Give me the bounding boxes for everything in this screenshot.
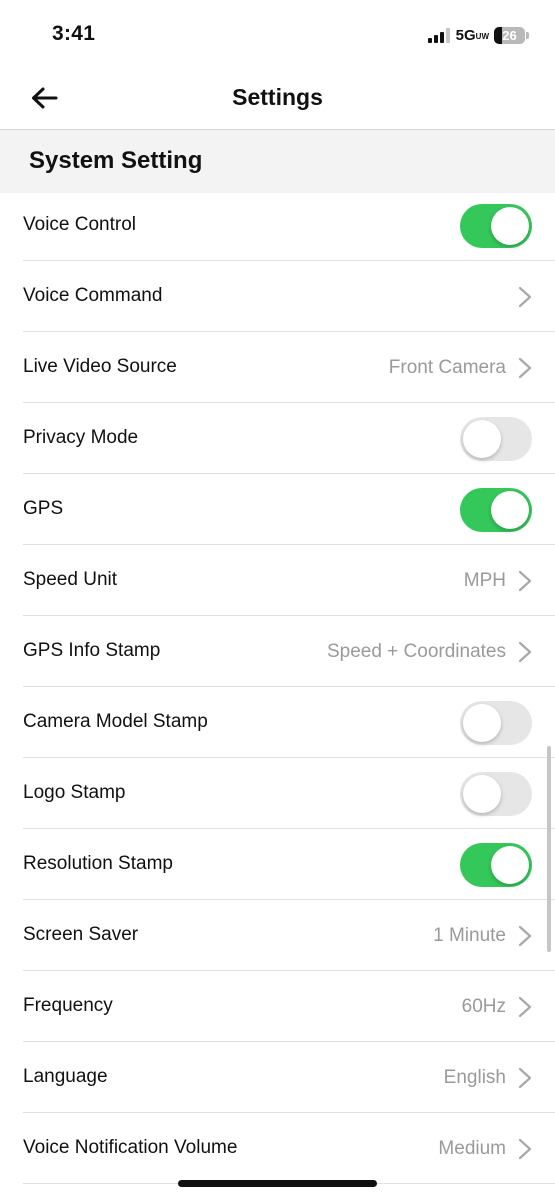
navigation-bar: Settings xyxy=(0,70,555,130)
resolution-stamp-toggle[interactable] xyxy=(460,843,532,887)
settings-row-live-video-source[interactable]: Live Video Source Front Camera xyxy=(23,332,555,403)
toggle-knob xyxy=(491,207,529,245)
section-header: System Setting xyxy=(0,130,555,193)
status-time: 3:41 xyxy=(52,22,96,45)
section-title: System Setting xyxy=(29,147,203,174)
settings-row-value: Speed + Coordinates xyxy=(326,641,506,662)
settings-row-label: Language xyxy=(23,1066,108,1087)
settings-row-logo-stamp[interactable]: Logo Stamp xyxy=(23,758,555,829)
settings-row-value: English xyxy=(443,1067,506,1088)
battery-icon: 26 xyxy=(494,26,525,44)
settings-row-screen-saver[interactable]: Screen Saver 1 Minute xyxy=(23,900,555,971)
privacy-mode-toggle[interactable] xyxy=(460,417,532,461)
settings-row-value: Medium xyxy=(438,1138,506,1159)
settings-row-label: Live Video Source xyxy=(23,356,177,377)
settings-row-label: Speed Unit xyxy=(23,569,118,590)
settings-row-frequency[interactable]: Frequency 60Hz xyxy=(23,971,555,1042)
settings-row-gps[interactable]: GPS xyxy=(23,474,555,545)
settings-row-label: GPS xyxy=(23,498,64,519)
status-bar: 3:41 5GUW 26 xyxy=(0,0,555,70)
settings-row-resolution-stamp[interactable]: Resolution Stamp xyxy=(23,829,555,900)
logo-stamp-toggle[interactable] xyxy=(460,772,532,816)
settings-row-label: GPS Info Stamp xyxy=(23,640,161,661)
settings-row-label: Frequency xyxy=(23,995,113,1016)
signal-bars-icon xyxy=(427,27,450,43)
chevron-right-icon xyxy=(518,1138,532,1160)
voice-control-toggle[interactable] xyxy=(460,204,532,248)
settings-row-language[interactable]: Language English xyxy=(23,1042,555,1113)
settings-row-value: 60Hz xyxy=(461,996,506,1017)
settings-list: Voice Control Voice Command Live Video Sou… xyxy=(0,190,555,1184)
battery-level: 26 xyxy=(502,27,517,43)
status-indicators: 5GUW 26 xyxy=(427,25,529,45)
toggle-knob xyxy=(463,704,501,742)
toggle-knob xyxy=(463,420,501,458)
settings-row-voice-notification-volume[interactable]: Voice Notification Volume Medium xyxy=(23,1113,555,1184)
camera-model-stamp-toggle[interactable] xyxy=(460,701,532,745)
chevron-right-icon xyxy=(518,1067,532,1089)
settings-row-voice-command[interactable]: Voice Command xyxy=(23,261,555,332)
settings-row-speed-unit[interactable]: Speed Unit MPH xyxy=(23,545,555,616)
settings-row-privacy-mode[interactable]: Privacy Mode xyxy=(23,403,555,474)
toggle-knob xyxy=(463,775,501,813)
settings-row-label: Voice Notification Volume xyxy=(23,1137,238,1158)
chevron-right-icon xyxy=(518,996,532,1018)
settings-row-camera-model-stamp[interactable]: Camera Model Stamp xyxy=(23,687,555,758)
settings-row-label: Voice Command xyxy=(23,285,163,306)
settings-row-label: Voice Control xyxy=(23,214,137,235)
settings-row-label: Logo Stamp xyxy=(23,782,126,803)
network-type: 5GUW xyxy=(455,26,489,44)
settings-row-gps-info-stamp[interactable]: GPS Info Stamp Speed + Coordinates xyxy=(23,616,555,687)
gps-toggle[interactable] xyxy=(460,488,532,532)
home-indicator xyxy=(178,1180,377,1187)
battery-cap xyxy=(526,31,529,39)
chevron-right-icon xyxy=(518,570,532,592)
settings-row-voice-control[interactable]: Voice Control xyxy=(23,190,555,261)
toggle-knob xyxy=(491,491,529,529)
settings-row-label: Camera Model Stamp xyxy=(23,711,208,732)
settings-row-label: Resolution Stamp xyxy=(23,853,173,874)
settings-row-label: Privacy Mode xyxy=(23,427,139,448)
toggle-knob xyxy=(491,846,529,884)
page-title: Settings xyxy=(232,84,323,110)
chevron-right-icon xyxy=(518,286,532,308)
chevron-right-icon xyxy=(518,925,532,947)
settings-row-value: MPH xyxy=(463,570,506,591)
settings-row-label: Screen Saver xyxy=(23,924,139,945)
settings-row-value: Front Camera xyxy=(388,357,506,378)
scrollbar[interactable] xyxy=(547,746,551,952)
settings-row-value: 1 Minute xyxy=(433,925,506,946)
chevron-right-icon xyxy=(518,641,532,663)
chevron-right-icon xyxy=(518,357,532,379)
